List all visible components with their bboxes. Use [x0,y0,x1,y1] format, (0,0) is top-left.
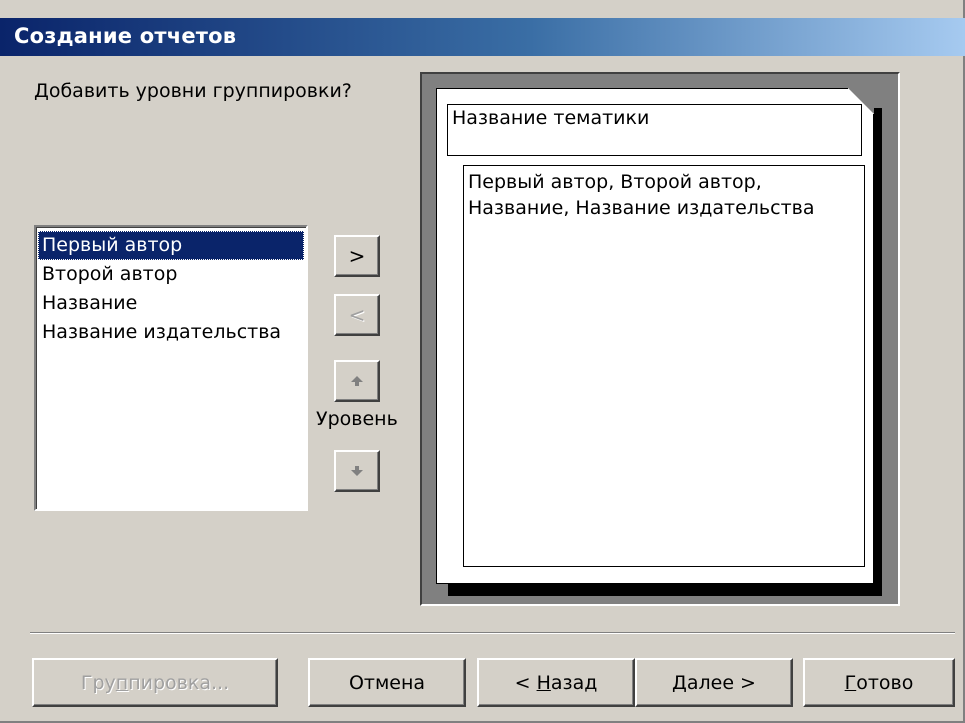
preview-detail-line: Название, Название издательства [468,197,815,219]
remove-group-button[interactable]: < [334,294,380,336]
grouping-label-part: пировка... [128,671,230,694]
arrow-down-icon [351,466,363,476]
next-accel-key: Д [672,671,687,694]
field-item-second-author[interactable]: Второй автор [38,260,304,289]
level-down-button[interactable] [334,450,380,492]
grouping-prompt: Добавить уровни группировки? [34,80,352,102]
level-label: Уровень [316,408,398,430]
report-wizard-window: Создание отчетов Добавить уровни группир… [0,0,965,723]
cancel-button[interactable]: Отмена [308,658,466,707]
next-label-part: алее > [686,671,756,694]
grouping-label-part: Гру [80,671,116,694]
button-separator [30,632,955,634]
finish-label-part: отово [856,671,914,694]
window-title: Создание отчетов [14,24,237,48]
preview-detail-section: Первый автор, Второй автор, Название, На… [463,165,865,567]
back-label-part: азад [550,671,598,694]
back-label-part: < [514,671,537,694]
back-accel-key: Н [536,671,551,694]
level-up-button[interactable] [334,360,380,402]
grouping-accel-key: п [115,671,129,694]
field-item-first-author[interactable]: Первый автор [38,231,304,260]
add-group-button[interactable]: > [334,235,380,277]
finish-button[interactable]: Готово [803,658,955,707]
finish-accel-key: Г [844,671,857,694]
field-item-publisher[interactable]: Название издательства [38,318,304,347]
grouping-options-button[interactable]: Гру п пировка... [32,658,278,707]
field-item-title[interactable]: Название [38,289,304,318]
preview-group-header: Название тематики [447,104,862,156]
available-fields-list[interactable]: Первый автор Второй автор Название Назва… [34,225,308,511]
title-bar[interactable]: Создание отчетов [0,18,965,56]
next-button[interactable]: Далее > [635,658,793,707]
arrow-up-icon [351,376,363,386]
back-button[interactable]: < Назад [477,658,635,707]
preview-detail-line: Первый автор, Второй автор, [468,171,762,193]
